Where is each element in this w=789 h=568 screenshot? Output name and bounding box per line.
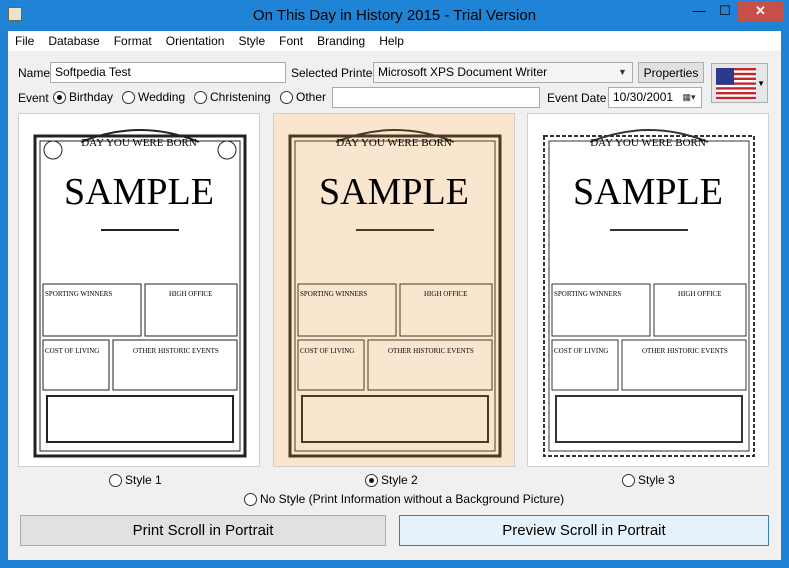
event-date-value: 10/30/2001 [613,90,674,104]
printer-label: Selected Printer [291,66,377,80]
box-label-other-events: OTHER HISTORIC EVENTS [133,347,219,355]
event-label: Event [18,91,49,105]
menu-style[interactable]: Style [231,34,272,48]
box-label-high-office: HIGH OFFICE [424,290,468,298]
printer-select[interactable]: Microsoft XPS Document Writer ▼ [373,62,633,83]
printer-select-value: Microsoft XPS Document Writer [378,65,548,79]
box-label-sporting: SPORTING WINNERS [300,290,368,298]
style-1-radio[interactable]: Style 1 [109,473,162,487]
style-2-preview[interactable]: DAY YOU WERE BORN SAMPLE SPORTING WINNER… [273,113,515,467]
menu-help[interactable]: Help [372,34,411,48]
event-other-radio[interactable]: Other [280,90,326,104]
box-label-high-office: HIGH OFFICE [678,290,722,298]
box-label-sporting: SPORTING WINNERS [554,290,622,298]
chevron-down-icon: ▼ [757,79,765,88]
box-label-cost-of-living: COST OF LIVING [554,347,609,355]
properties-button[interactable]: Properties [638,62,704,83]
radio-indicator [122,90,135,104]
minimize-button[interactable]: — [686,1,712,21]
card-heading: DAY YOU WERE BORN [590,137,706,149]
style-3-preview[interactable]: DAY YOU WERE BORN SAMPLE SPORTING WINNER… [527,113,769,467]
sample-watermark: SAMPLE [319,171,469,213]
box-label-sporting: SPORTING WINNERS [45,290,113,298]
event-wedding-label: Wedding [138,90,186,104]
event-birthday-radio[interactable]: Birthday [53,90,113,104]
style-2-label: Style 2 [381,473,418,487]
radio-indicator [622,473,635,487]
print-scroll-button[interactable]: Print Scroll in Portrait [20,515,386,546]
no-style-label: No Style (Print Information without a Ba… [260,492,565,506]
flag-button[interactable]: ▼ [711,63,768,103]
window-bottom-border [0,560,789,568]
sample-watermark: SAMPLE [64,171,214,213]
box-label-other-events: OTHER HISTORIC EVENTS [642,347,728,355]
box-label-cost-of-living: COST OF LIVING [300,347,355,355]
radio-indicator [280,90,293,104]
menu-file[interactable]: File [8,34,41,48]
menu-database[interactable]: Database [41,34,106,48]
style-3-radio[interactable]: Style 3 [622,473,675,487]
menu-orientation[interactable]: Orientation [159,34,232,48]
card-heading: DAY YOU WERE BORN [81,137,197,149]
event-other-label: Other [296,90,327,104]
menu-bar: File Database Format Orientation Style F… [8,31,781,51]
menu-branding[interactable]: Branding [310,34,372,48]
us-flag-icon [716,68,756,99]
event-wedding-radio[interactable]: Wedding [122,90,185,104]
name-input[interactable]: Softpedia Test [50,62,286,83]
maximize-button[interactable]: ☐ [712,1,738,21]
card-heading: DAY YOU WERE BORN [336,137,452,149]
style-3-label: Style 3 [638,473,675,487]
event-date-picker[interactable]: 10/30/2001 ▦▾ [608,87,702,108]
main-client-area: File Database Format Orientation Style F… [8,31,781,560]
box-label-other-events: OTHER HISTORIC EVENTS [388,347,474,355]
preview-scroll-button[interactable]: Preview Scroll in Portrait [399,515,769,546]
title-bar[interactable]: On This Day in History 2015 - Trial Vers… [0,0,789,31]
radio-indicator [194,90,207,104]
radio-indicator [244,492,257,506]
chevron-down-icon: ▼ [618,67,627,77]
close-button[interactable]: ✕ [738,1,783,21]
radio-indicator [365,473,378,487]
name-label: Name [18,66,51,80]
radio-indicator [53,90,66,104]
style-1-label: Style 1 [125,473,162,487]
radio-indicator [109,473,122,487]
menu-format[interactable]: Format [107,34,159,48]
box-label-high-office: HIGH OFFICE [169,290,213,298]
window-title: On This Day in History 2015 - Trial Vers… [252,7,537,24]
style-2-radio[interactable]: Style 2 [365,473,418,487]
box-label-cost-of-living: COST OF LIVING [45,347,100,355]
event-date-label: Event Date [547,91,607,105]
event-christening-label: Christening [210,90,271,104]
other-event-input[interactable] [332,87,540,108]
event-christening-radio[interactable]: Christening [194,90,271,104]
no-style-radio[interactable]: No Style (Print Information without a Ba… [244,492,564,506]
sample-watermark: SAMPLE [573,171,723,213]
event-birthday-label: Birthday [69,90,114,104]
app-window: On This Day in History 2015 - Trial Vers… [0,0,789,568]
calendar-icon: ▦▾ [682,92,696,102]
menu-font[interactable]: Font [272,34,310,48]
style-1-preview[interactable]: DAY YOU WERE BORN SAMPLE SPORTING WINNER… [18,113,260,467]
